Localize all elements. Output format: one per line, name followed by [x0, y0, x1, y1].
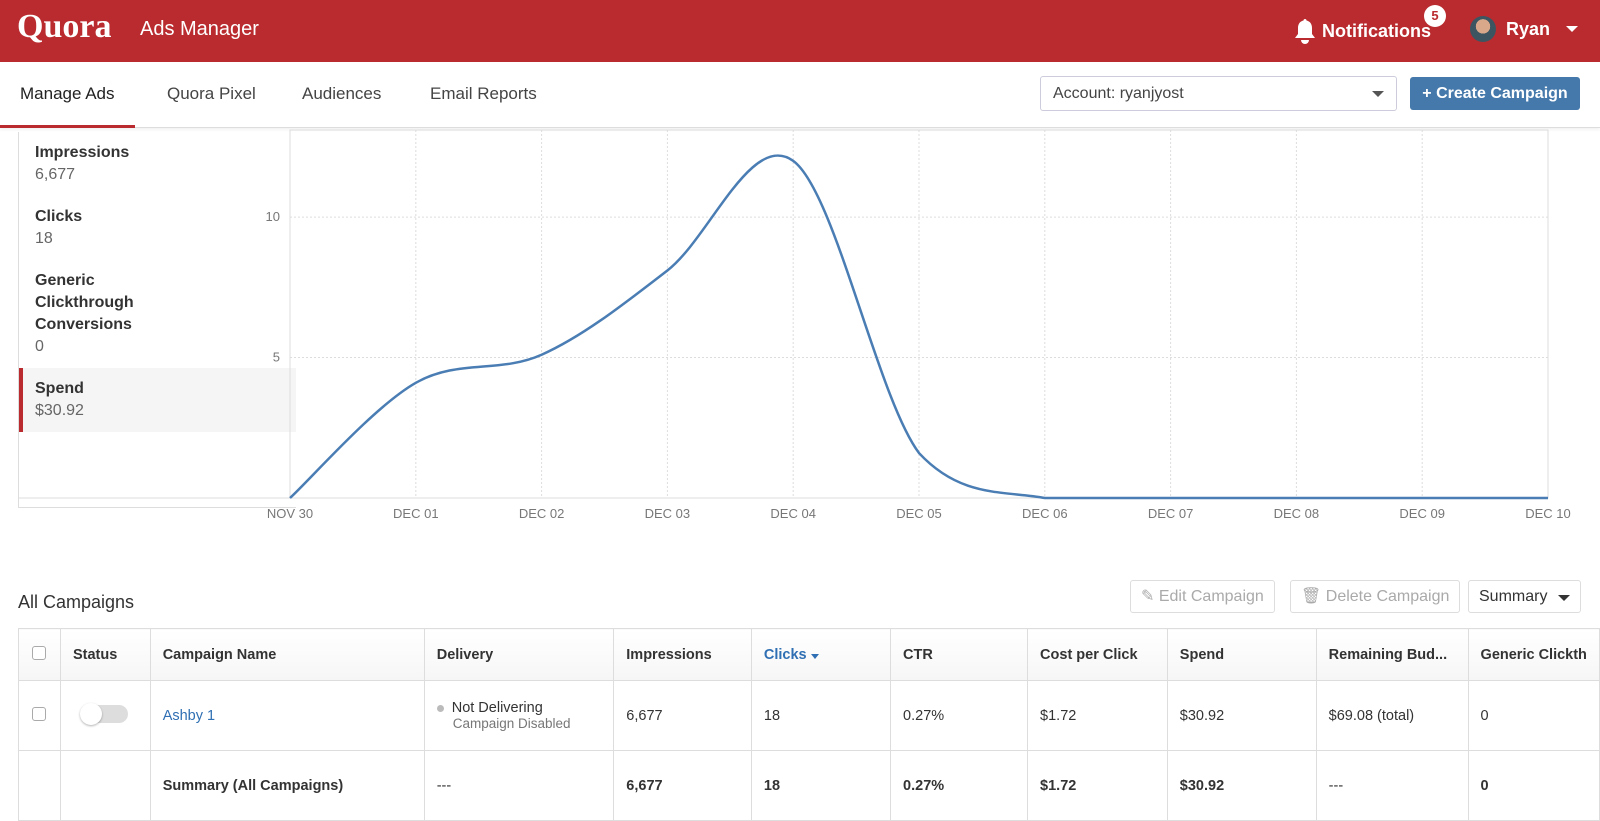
summary-conversions: 0 — [1467, 750, 1600, 821]
nav-bar: Manage Ads Quora Pixel Audiences Email R… — [0, 62, 1600, 128]
summary-remaining: --- — [1315, 750, 1469, 821]
column-header-status[interactable]: Status — [59, 628, 151, 681]
summary-cpc: $1.72 — [1027, 750, 1168, 821]
impressions-cell: 6,677 — [613, 680, 752, 751]
table-header-row: Status Campaign Name Delivery Impression… — [18, 628, 1600, 681]
column-header-campaign-name[interactable]: Campaign Name — [149, 628, 425, 681]
cpc-cell: $1.72 — [1027, 680, 1168, 751]
tab-quora-pixel[interactable]: Quora Pixel — [147, 62, 276, 128]
column-header-delivery[interactable]: Delivery — [423, 628, 615, 681]
tab-email-reports[interactable]: Email Reports — [410, 62, 557, 128]
x-tick-label: DEC 07 — [1148, 506, 1194, 521]
campaign-name-link[interactable]: Ashby 1 — [163, 708, 215, 724]
tab-manage-ads[interactable]: Manage Ads — [0, 62, 135, 128]
x-tick-label: DEC 03 — [645, 506, 691, 521]
conversions-cell: 0 — [1467, 680, 1600, 751]
y-tick-label: 5 — [273, 350, 280, 365]
x-tick-label: NOV 30 — [267, 506, 313, 521]
x-tick-label: DEC 08 — [1274, 506, 1320, 521]
summary-clicks: 18 — [750, 750, 892, 821]
delete-campaign-label: Delete Campaign — [1325, 588, 1450, 605]
user-menu[interactable]: Ryan — [1470, 16, 1579, 42]
spend-cell: $30.92 — [1166, 680, 1317, 751]
summary-row: Summary (All Campaigns) --- 6,677 18 0.2… — [18, 750, 1600, 821]
edit-campaign-button[interactable]: ✎ Edit Campaign — [1130, 580, 1275, 613]
x-tick-label: DEC 10 — [1525, 506, 1571, 521]
column-header-cost-per-click[interactable]: Cost per Click — [1027, 628, 1168, 681]
summary-select-value: Summary — [1479, 588, 1548, 605]
summary-delivery: --- — [423, 750, 615, 821]
table-row: Ashby 1 Not Delivering Campaign Disabled … — [18, 680, 1600, 751]
column-header-remaining-budget[interactable]: Remaining Bud... — [1315, 628, 1469, 681]
x-tick-label: DEC 04 — [770, 506, 816, 521]
ctr-cell: 0.27% — [890, 680, 1029, 751]
top-bar: Quora Ads Manager Notifications 5 Ryan — [0, 0, 1600, 62]
tab-audiences[interactable]: Audiences — [282, 62, 401, 128]
delete-campaign-button[interactable]: 🗑 Delete Campaign — [1290, 580, 1461, 613]
app-title: Ads Manager — [140, 18, 259, 40]
row-checkbox[interactable] — [32, 706, 47, 721]
chevron-down-icon — [1566, 26, 1579, 32]
account-select[interactable]: Account: ryanjyost — [1040, 76, 1397, 111]
column-header-ctr[interactable]: CTR — [890, 628, 1029, 681]
x-tick-label: DEC 02 — [519, 506, 565, 521]
notifications-label: Notifications — [1322, 20, 1432, 41]
notifications-count-badge: 5 — [1424, 5, 1446, 27]
clicks-header-label: Clicks — [763, 646, 807, 663]
avatar — [1470, 16, 1496, 42]
all-campaigns-title: All Campaigns — [18, 592, 135, 612]
x-tick-label: DEC 01 — [393, 506, 439, 521]
sort-desc-icon — [810, 653, 819, 659]
delivery-substatus: Campaign Disabled — [452, 716, 571, 731]
chevron-down-icon — [1372, 91, 1384, 97]
summary-impressions: 6,677 — [613, 750, 752, 821]
x-tick-label: DEC 06 — [1022, 506, 1068, 521]
account-select-value: Account: ryanjyost — [1053, 85, 1184, 102]
select-all-checkbox[interactable] — [32, 645, 47, 660]
create-campaign-button[interactable]: + Create Campaign — [1410, 77, 1580, 110]
campaigns-table: Status Campaign Name Delivery Impression… — [18, 628, 1600, 821]
column-header-conversions[interactable]: Generic Clickth — [1467, 628, 1600, 681]
pencil-icon: ✎ — [1141, 588, 1159, 605]
summary-name: Summary (All Campaigns) — [149, 750, 425, 821]
summary-select[interactable]: Summary — [1468, 580, 1581, 613]
status-toggle[interactable] — [80, 702, 129, 725]
quora-logo[interactable]: Quora — [17, 8, 111, 46]
user-name: Ryan — [1506, 18, 1551, 39]
y-tick-label: 10 — [266, 209, 280, 224]
notifications-button[interactable]: Notifications — [1294, 18, 1431, 44]
edit-campaign-label: Edit Campaign — [1158, 588, 1264, 605]
trash-icon: 🗑 — [1301, 588, 1326, 605]
chevron-down-icon — [1557, 595, 1570, 601]
clicks-cell: 18 — [750, 680, 892, 751]
remaining-budget-cell: $69.08 (total) — [1315, 680, 1469, 751]
column-header-spend[interactable]: Spend — [1166, 628, 1317, 681]
summary-spend: $30.92 — [1166, 750, 1317, 821]
bell-icon — [1295, 19, 1315, 44]
x-tick-label: DEC 05 — [896, 506, 942, 521]
column-header-clicks[interactable]: Clicks — [750, 628, 892, 681]
status-dot-icon — [436, 704, 444, 712]
spend-chart: NOV 30 DEC 01 DEC 02 DEC 03 DEC 04 DEC 05 DEC … — [18, 129, 1571, 521]
x-tick-label: DEC 09 — [1399, 506, 1445, 521]
summary-ctr: 0.27% — [890, 750, 1029, 821]
delivery-status: Not Delivering — [451, 700, 543, 716]
column-header-impressions[interactable]: Impressions — [613, 628, 752, 681]
